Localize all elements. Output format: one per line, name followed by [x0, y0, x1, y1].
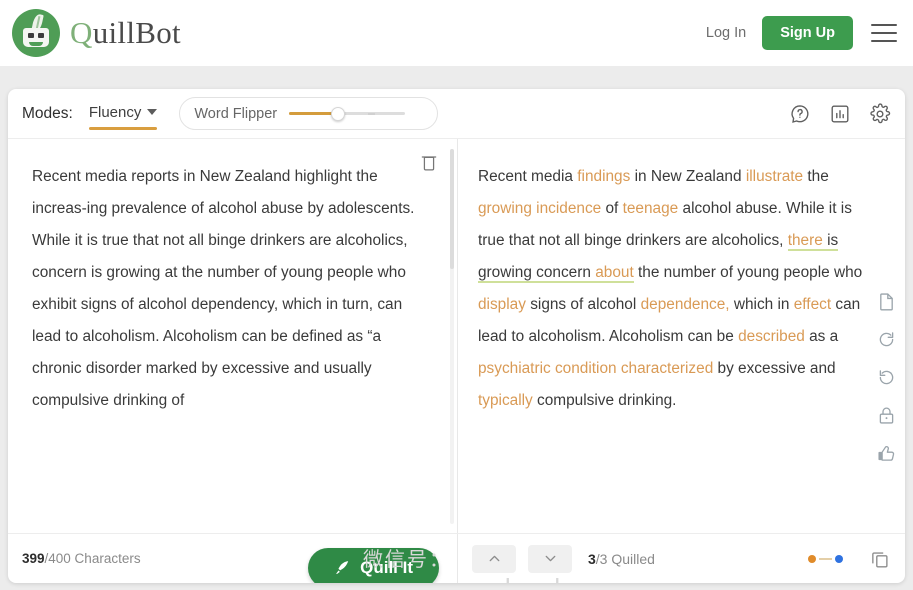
login-link[interactable]: Log In: [706, 25, 746, 41]
slider-tick: [367, 112, 375, 115]
thumbs-up-icon[interactable]: [876, 443, 897, 464]
output-segment: by excessive and: [713, 360, 836, 377]
brand-logo[interactable]: QuillBot: [12, 9, 181, 57]
input-scrollbar-thumb[interactable]: [450, 149, 454, 269]
modes-toolbar: Modes: Fluency Word Flipper: [8, 89, 905, 138]
hamburger-menu-icon[interactable]: [871, 24, 897, 42]
output-segment-highlighted: growing incidence: [478, 200, 602, 217]
quill-pen-icon: [336, 561, 349, 574]
chevron-up-icon: [489, 555, 499, 562]
legend-dot-orange: [808, 554, 816, 563]
output-segment: in New Zealand: [630, 168, 746, 185]
output-segment-highlighted: illustrate: [745, 168, 804, 185]
legend-connector: [819, 557, 832, 560]
output-segment: compulsive drinking.: [532, 392, 677, 409]
quilled-count: 3/3 Quilled: [588, 551, 655, 567]
chevron-down-icon: [545, 555, 555, 562]
word-flipper-label: Word Flipper: [194, 105, 278, 122]
output-segment-highlighted: psychiatric condition characterized: [478, 360, 714, 377]
mode-selector-label: Fluency: [88, 103, 142, 121]
output-segment-highlighted: effect: [793, 296, 832, 313]
output-action-rail: [867, 291, 905, 464]
previous-paraphrase-button[interactable]: [472, 544, 516, 573]
output-segment-highlighted: typically: [478, 392, 533, 409]
signup-button[interactable]: Sign Up: [762, 16, 853, 50]
editor-panels: Recent media reports in New Zealand high…: [8, 138, 905, 583]
output-segment-highlighted: display: [478, 296, 526, 313]
quill-it-label: Quill It: [360, 557, 413, 577]
toolbar-icons: [789, 102, 891, 125]
word-flipper-slider[interactable]: [289, 106, 406, 121]
quill-it-button[interactable]: Quill It: [308, 547, 439, 583]
quilled-count-total: /3 Quilled: [595, 550, 655, 567]
output-segment-highlighted: described: [738, 328, 805, 345]
trash-icon[interactable]: [419, 151, 439, 173]
output-segment: signs of alcohol: [525, 296, 641, 313]
footer-left: 399/400 Characters Quill It: [8, 534, 458, 583]
word-flipper-control[interactable]: Word Flipper: [179, 97, 439, 130]
stats-icon[interactable]: [829, 103, 851, 125]
help-icon[interactable]: [789, 103, 811, 125]
character-count-total: /400 Characters: [44, 551, 141, 566]
output-text[interactable]: Recent media findings in New Zealand ill…: [478, 161, 865, 417]
footer-right: 3/3 Quilled: [458, 534, 905, 583]
copy-icon[interactable]: [869, 548, 891, 570]
page-document-icon[interactable]: [876, 291, 897, 312]
settings-gear-icon[interactable]: [869, 102, 891, 125]
input-panel[interactable]: Recent media reports in New Zealand high…: [8, 139, 458, 534]
output-segment-highlighted: findings: [577, 168, 631, 185]
header-actions: Log In Sign Up: [706, 16, 897, 50]
quillbot-logo-icon: [12, 9, 60, 57]
output-segment-highlighted: there: [787, 232, 823, 251]
output-segment: the: [803, 168, 829, 185]
output-segment-highlighted: dependence,: [640, 296, 730, 313]
mode-active-underline: [88, 126, 158, 130]
output-segment: of: [601, 200, 623, 217]
character-count: 399/400 Characters: [22, 551, 141, 566]
output-segment: which in: [729, 296, 794, 313]
character-count-used: 399: [22, 551, 45, 566]
slider-fill: [289, 112, 336, 115]
quilled-count-current: 3: [588, 550, 596, 567]
next-paraphrase-button[interactable]: [528, 544, 572, 573]
brand-name: QuillBot: [70, 15, 181, 51]
output-segment-highlighted: teenage: [622, 200, 679, 217]
modes-label: Modes:: [22, 104, 73, 122]
mode-selector-fluency[interactable]: Fluency: [88, 103, 158, 130]
legend-dot-blue: [835, 554, 843, 563]
footer-bar: 399/400 Characters Quill It 3/3 Quilled: [8, 533, 905, 583]
input-text[interactable]: Recent media reports in New Zealand high…: [32, 161, 429, 417]
brand-name-rest: uillBot: [92, 15, 181, 50]
app-header: QuillBot Log In Sign Up: [0, 0, 913, 66]
output-segment-highlighted: about: [595, 264, 634, 283]
legend-indicator[interactable]: [808, 554, 843, 563]
output-segment: Recent media: [478, 168, 578, 185]
output-segment: as a: [804, 328, 839, 345]
paraphraser-card: Modes: Fluency Word Flipper Recent media…: [8, 89, 905, 583]
chevron-down-icon: [147, 109, 158, 115]
brand-name-q: Q: [70, 15, 93, 50]
output-segment: the number of young people who: [633, 264, 863, 281]
lock-icon[interactable]: [876, 405, 897, 426]
slider-thumb[interactable]: [330, 106, 345, 121]
redo-icon[interactable]: [876, 329, 897, 350]
input-scrollbar[interactable]: [450, 149, 454, 524]
undo-icon[interactable]: [876, 367, 897, 388]
output-panel[interactable]: Recent media findings in New Zealand ill…: [458, 139, 905, 534]
